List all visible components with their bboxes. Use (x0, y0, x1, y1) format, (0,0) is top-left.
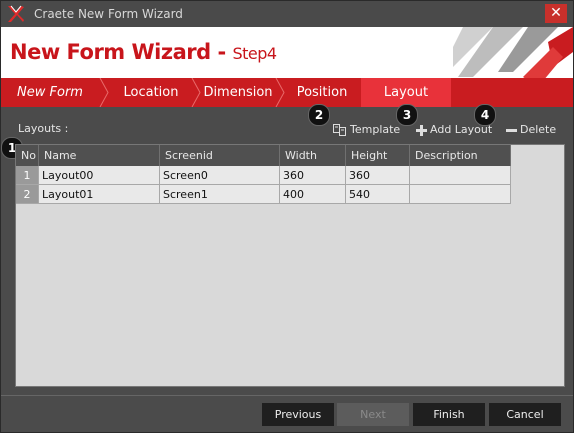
row-number: 1 (16, 166, 39, 185)
column-header-height[interactable]: Height (345, 145, 410, 166)
header-decoration (453, 27, 573, 78)
step-location: Location (123, 85, 179, 100)
window-title: Craete New Form Wizard (34, 7, 183, 21)
wizard-window: Craete New Form Wizard ✕ New Form Wizard… (0, 0, 574, 433)
close-icon: ✕ (550, 5, 562, 21)
table-header-row: No Name Screenid Width Height Descriptio… (16, 145, 511, 166)
table-row[interactable]: 2 Layout01 Screen1 400 540 (16, 184, 511, 204)
cell-name[interactable]: Layout00 (38, 166, 160, 185)
callout-badge-2: 2 (308, 104, 330, 126)
cell-name[interactable]: Layout01 (38, 184, 160, 204)
step-new-form: New Form (17, 85, 83, 100)
app-logo-icon (8, 5, 24, 22)
wizard-header: New Form Wizard - Step4 (1, 27, 573, 78)
cell-description[interactable] (409, 166, 511, 185)
layouts-table[interactable]: No Name Screenid Width Height Descriptio… (15, 144, 565, 387)
step-dimension: Dimension (203, 85, 273, 100)
plus-icon (416, 124, 427, 136)
template-button[interactable]: Template (333, 123, 400, 136)
wizard-title: New Form Wizard - Step4 (10, 40, 277, 64)
column-header-screenid[interactable]: Screenid (159, 145, 280, 166)
cell-description[interactable] (409, 184, 511, 204)
template-label: Template (350, 123, 401, 136)
cell-screenid[interactable]: Screen0 (159, 166, 280, 185)
template-icon (333, 124, 346, 136)
wizard-steps-bar: New Form Location Dimension Position Lay… (1, 78, 573, 107)
column-header-description[interactable]: Description (409, 145, 511, 166)
minus-icon (506, 128, 517, 132)
cell-height[interactable]: 540 (345, 184, 410, 204)
callout-badge-4: 4 (474, 104, 496, 126)
column-header-width[interactable]: Width (279, 145, 346, 166)
delete-button[interactable]: Delete (506, 123, 556, 136)
table-row[interactable]: 1 Layout00 Screen0 360 360 (16, 166, 511, 185)
layouts-label: Layouts : (18, 122, 69, 135)
cell-height[interactable]: 360 (345, 166, 410, 185)
column-header-no[interactable]: No (16, 145, 39, 166)
footer-divider (1, 395, 573, 396)
callout-badge-3: 3 (396, 104, 418, 126)
step-divider (99, 78, 109, 107)
cell-screenid[interactable]: Screen1 (159, 184, 280, 204)
cancel-button[interactable]: Cancel (489, 403, 561, 426)
step-position: Position (296, 85, 348, 100)
wizard-title-text: New Form Wizard - (10, 40, 233, 64)
delete-label: Delete (520, 123, 557, 136)
title-bar[interactable]: Craete New Form Wizard ✕ (1, 1, 573, 27)
close-button[interactable]: ✕ (545, 4, 567, 23)
cell-width[interactable]: 400 (279, 184, 346, 204)
cell-width[interactable]: 360 (279, 166, 346, 185)
row-number: 2 (16, 184, 39, 204)
column-header-name[interactable]: Name (38, 145, 160, 166)
wizard-step-label: Step4 (232, 44, 277, 63)
previous-button[interactable]: Previous (262, 403, 334, 426)
step-layout: Layout (361, 78, 451, 107)
finish-button[interactable]: Finish (413, 403, 485, 426)
next-button[interactable]: Next (337, 403, 409, 426)
